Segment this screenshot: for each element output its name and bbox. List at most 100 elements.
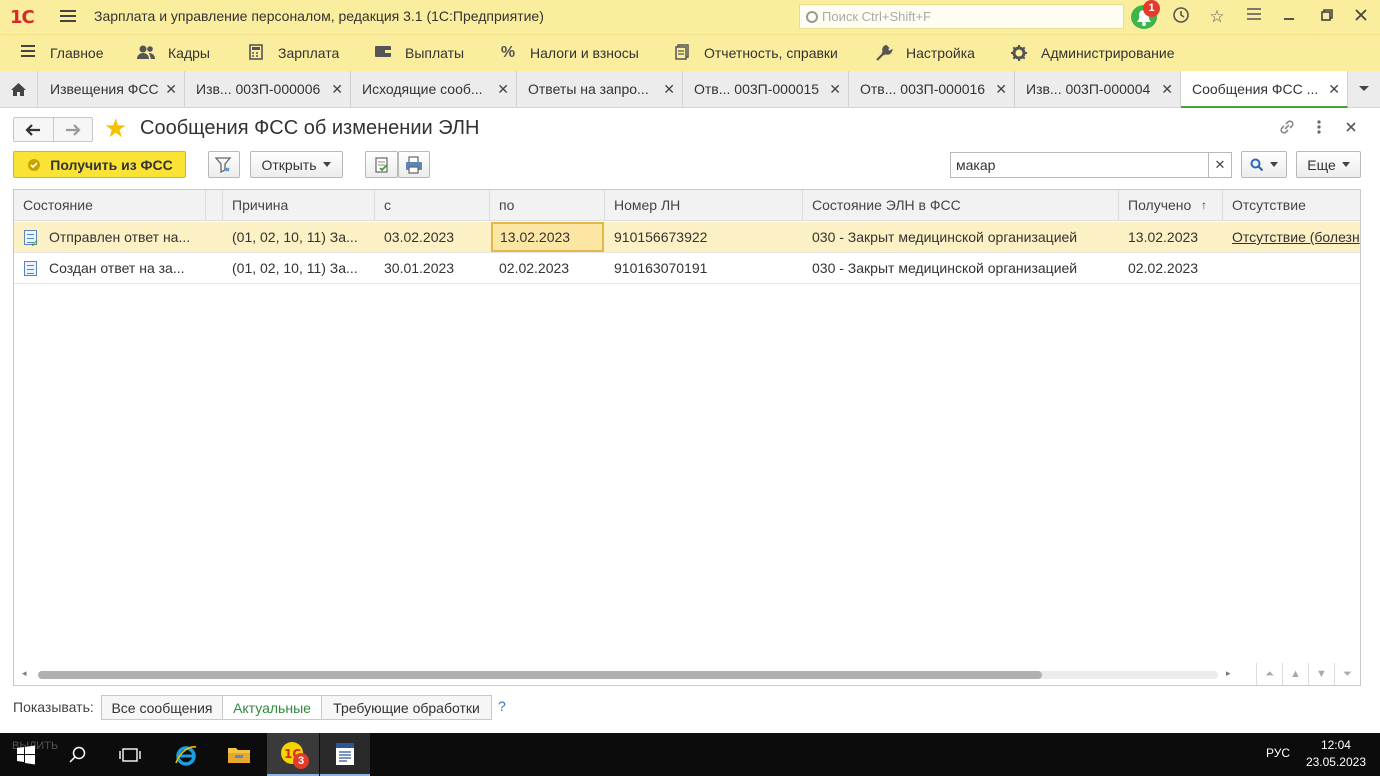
scroll-left-arrow-icon[interactable]: ◂ — [22, 668, 27, 679]
open-tabs-bar: Извещения ФСС ✕ Изв... 003П-000006 ✕ Исход… — [0, 71, 1380, 108]
task-view-icon[interactable] — [108, 733, 152, 776]
link-icon[interactable] — [1278, 118, 1296, 141]
filter-all-messages[interactable]: Все сообщения — [101, 695, 223, 720]
close-tab-icon[interactable]: ✕ — [331, 81, 343, 98]
close-window-icon[interactable] — [1350, 6, 1372, 28]
close-tab-icon[interactable]: ✕ — [497, 81, 509, 98]
settings-lines-icon[interactable] — [1243, 6, 1265, 28]
forward-button[interactable] — [54, 118, 93, 141]
close-form-icon[interactable] — [1345, 120, 1357, 138]
col-from-header[interactable]: с — [375, 190, 490, 221]
tab-label: Отв... 003П-000016 — [860, 81, 986, 97]
close-tab-icon[interactable]: ✕ — [165, 81, 177, 98]
tab-outgoing-messages[interactable]: Исходящие сооб... ✕ — [351, 71, 517, 107]
scroll-up-icon[interactable]: ▲ — [1282, 663, 1308, 685]
section-reports[interactable]: Отчетность, справки — [672, 44, 838, 62]
tabs-list-dropdown[interactable] — [1348, 71, 1380, 107]
home-icon — [11, 82, 26, 96]
taskbar-search-icon[interactable] — [58, 733, 98, 776]
restore-window-icon[interactable] — [1316, 6, 1338, 28]
more-actions-icon[interactable] — [1316, 119, 1322, 140]
scroll-right-arrow-icon[interactable]: ▸ — [1226, 668, 1231, 679]
tab-notice-000004[interactable]: Изв... 003П-000004 ✕ — [1015, 71, 1181, 107]
report-list-button[interactable] — [365, 151, 398, 178]
clear-search-icon[interactable]: ✕ — [1209, 152, 1232, 178]
table-row[interactable]: Создан ответ на за... (01, 02, 10, 11) З… — [14, 253, 1360, 284]
filter-button[interactable] — [208, 151, 240, 178]
taskbar-1c-app[interactable]: 1С 3 — [267, 733, 319, 776]
scroll-down-icon[interactable]: ▼ — [1308, 663, 1334, 685]
document-sent-icon: ✓ — [24, 230, 39, 250]
minimize-icon[interactable] — [1278, 6, 1300, 28]
table-row[interactable]: ✓ Отправлен ответ на... (01, 02, 10, 11)… — [14, 222, 1360, 253]
cell-absence-link[interactable]: Отсутствие (болезн — [1223, 222, 1360, 252]
report-icon — [672, 44, 692, 62]
word-document-icon — [336, 742, 354, 765]
col-fss-state-header[interactable]: Состояние ЭЛН в ФСС — [803, 190, 1119, 221]
col-to-header[interactable]: по — [490, 190, 605, 221]
col-absence-header[interactable]: Отсутствие — [1223, 190, 1360, 221]
close-tab-icon[interactable]: ✕ — [1328, 81, 1340, 98]
home-tab[interactable] — [0, 71, 38, 107]
list-search-input[interactable] — [950, 152, 1209, 178]
print-button[interactable] — [398, 151, 430, 178]
internet-explorer-icon[interactable] — [163, 733, 209, 776]
app-title: Зарплата и управление персоналом, редакц… — [94, 8, 544, 24]
file-explorer-icon[interactable] — [216, 733, 262, 776]
menu-icon — [18, 44, 38, 62]
cell-to[interactable]: 13.02.2023 — [491, 222, 604, 252]
main-menu-icon[interactable] — [60, 10, 76, 23]
scroll-bottom-icon[interactable]: ⏷ — [1334, 663, 1360, 685]
section-salary[interactable]: Зарплата — [246, 44, 339, 62]
percent-icon: % — [500, 44, 516, 61]
col-number-header[interactable]: Номер ЛН — [605, 190, 803, 221]
global-search-input[interactable]: Поиск Ctrl+Shift+F — [799, 4, 1124, 29]
filter-requires-processing[interactable]: Требующие обработки — [321, 695, 492, 720]
tab-notice-000006[interactable]: Изв... 003П-000006 ✕ — [185, 71, 351, 107]
input-language[interactable]: РУС — [1266, 746, 1290, 760]
col-state-header[interactable]: Состояние — [14, 190, 206, 221]
cell-state: Отправлен ответ на... — [49, 229, 191, 245]
col-received-header[interactable]: Получено ↑ — [1119, 190, 1223, 221]
col-reason-header[interactable]: Причина — [223, 190, 375, 221]
close-tab-icon[interactable]: ✕ — [829, 81, 841, 98]
tab-fss-eln-messages[interactable]: Сообщения ФСС ... ✕ — [1181, 71, 1348, 108]
tab-answer-000015[interactable]: Отв... 003П-000015 ✕ — [683, 71, 849, 107]
section-personnel[interactable]: Кадры — [136, 44, 210, 62]
section-payments[interactable]: Выплаты — [373, 44, 464, 62]
scroll-top-icon[interactable]: ⏶ — [1256, 663, 1282, 685]
search-button[interactable] — [1241, 151, 1287, 178]
close-tab-icon[interactable]: ✕ — [663, 81, 675, 98]
help-link[interactable]: ? — [498, 698, 506, 714]
more-button[interactable]: Еще — [1296, 151, 1361, 178]
system-clock[interactable]: 12:04 23.05.2023 — [1306, 737, 1366, 771]
form-title: Сообщения ФСС об изменении ЭЛН — [140, 117, 480, 139]
cell-received: 13.02.2023 — [1128, 229, 1199, 245]
get-from-fss-button[interactable]: Получить из ФСС — [13, 151, 186, 178]
windows-start-icon[interactable] — [0, 733, 52, 776]
scroll-thumb[interactable] — [38, 671, 1042, 679]
taskbar-document-app[interactable] — [320, 733, 370, 776]
horizontal-scrollbar[interactable]: ◂ ▸ — [14, 665, 1246, 685]
favorite-star-icon[interactable]: ★ — [104, 113, 127, 143]
cell-to: 02.02.2023 — [499, 260, 570, 276]
tab-fss-notices[interactable]: Извещения ФСС ✕ — [39, 71, 185, 107]
tab-answer-000016[interactable]: Отв... 003П-000016 ✕ — [849, 71, 1015, 107]
close-tab-icon[interactable]: ✕ — [1161, 81, 1173, 98]
close-tab-icon[interactable]: ✕ — [995, 81, 1007, 98]
favorites-star-icon[interactable]: ☆ — [1206, 6, 1228, 28]
back-button[interactable] — [14, 118, 54, 141]
section-administration[interactable]: Администрирование — [1009, 44, 1175, 62]
section-main[interactable]: Главное — [18, 44, 104, 62]
sections-panel: Главное Кадры Зарплата Выплаты % Налоги … — [0, 34, 1380, 71]
open-button[interactable]: Открыть — [250, 151, 343, 178]
section-settings[interactable]: Настройка — [874, 44, 975, 62]
section-label: Настройка — [906, 45, 975, 61]
section-taxes[interactable]: % Налоги и взносы — [498, 44, 639, 62]
history-icon[interactable] — [1170, 6, 1192, 28]
filter-actual[interactable]: Актуальные — [222, 695, 322, 720]
tab-request-answers[interactable]: Ответы на запро... ✕ — [517, 71, 683, 107]
show-filter-label: Показывать: — [13, 699, 94, 715]
history-nav — [13, 117, 93, 142]
fss-emblem-icon — [28, 158, 41, 171]
